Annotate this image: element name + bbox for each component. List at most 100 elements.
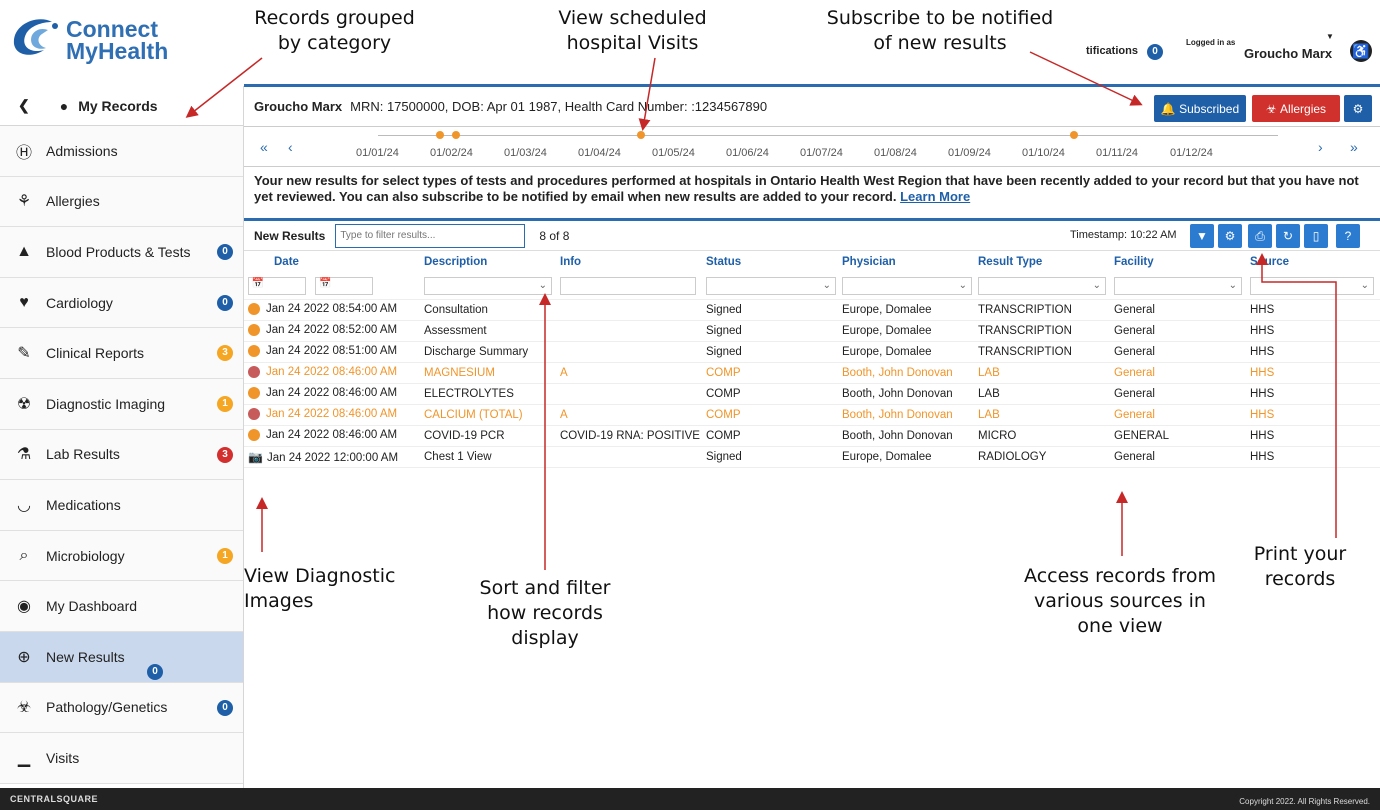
subscribed-button[interactable]: 🔔 Subscribed — [1154, 95, 1246, 122]
user-icon: ● — [59, 97, 69, 114]
timeline-visit-marker[interactable] — [1070, 131, 1078, 139]
refresh-button[interactable]: ↻ — [1276, 224, 1300, 248]
table-row[interactable]: Jan 24 2022 08:54:00 AM Consultation Signe… — [244, 299, 1380, 321]
column-header-info[interactable]: Info — [556, 251, 702, 273]
timeline-date[interactable]: 01/06/24 — [726, 147, 769, 159]
timeline-last-icon[interactable]: » — [1350, 139, 1358, 155]
sidebar-item-cardiology[interactable]: ♥ Cardiology 0 — [0, 277, 243, 329]
table-row[interactable]: Jan 24 2022 08:46:00 AM MAGNESIUM A COMP Boo… — [244, 362, 1380, 384]
columns-button[interactable]: ▯ — [1304, 224, 1328, 248]
user-menu-caret-icon[interactable]: ▼ — [1326, 32, 1334, 41]
abnormal-flag-icon — [248, 366, 260, 379]
cell-type: MICRO — [974, 425, 1110, 447]
cell-date: Jan 24 2022 08:46:00 AM — [244, 425, 420, 447]
cell-source: HHS — [1246, 299, 1380, 321]
sidebar-item-diagnostic-imaging[interactable]: ☢ Diagnostic Imaging 1 — [0, 378, 243, 430]
column-header-result-type[interactable]: Result Type — [974, 251, 1110, 273]
sidebar-item-my-dashboard[interactable]: ◉ My Dashboard — [0, 581, 243, 632]
sidebar-item-visits[interactable]: ▁ Visits — [0, 733, 243, 784]
column-header-status[interactable]: Status — [702, 251, 838, 273]
timeline-visit-marker[interactable] — [637, 131, 645, 139]
print-button[interactable]: ⎙ — [1248, 224, 1272, 248]
timeline-visit-marker[interactable] — [452, 131, 460, 139]
table-row[interactable]: 📷 Jan 24 2022 12:00:00 AM Chest 1 View Sign… — [244, 446, 1380, 468]
microscope-icon: ⌕ — [19, 546, 29, 564]
sidebar-header[interactable]: ❮ ● My Records — [0, 86, 243, 126]
cell-date: Jan 24 2022 08:46:00 AM — [244, 362, 420, 384]
accessibility-icon[interactable]: ♿ — [1350, 40, 1372, 62]
results-filter-input[interactable] — [335, 223, 526, 248]
timeline-first-icon[interactable]: « — [260, 139, 268, 155]
timeline-date[interactable]: 01/10/24 — [1022, 147, 1065, 159]
column-header-date[interactable]: Date — [244, 251, 420, 273]
timeline-next-icon[interactable]: › — [1318, 139, 1323, 155]
settings-button[interactable]: ⚙ — [1344, 95, 1372, 122]
timeline-visit-marker[interactable] — [436, 131, 444, 139]
date-to-filter[interactable]: 📅 — [315, 276, 374, 295]
status-filter[interactable]: ⌄ — [706, 276, 836, 295]
callout-subscribe: Subscribe to be notified of new results — [826, 7, 1054, 54]
table-row[interactable]: Jan 24 2022 08:51:00 AM Discharge Summary… — [244, 341, 1380, 363]
timeline-date[interactable]: 01/02/24 — [430, 147, 473, 159]
notifications-link[interactable]: tifications 0 — [1086, 44, 1164, 60]
timeline-date[interactable]: 01/07/24 — [800, 147, 843, 159]
learn-more-link[interactable]: Learn More — [900, 189, 970, 204]
footer-brand: CENTRALSQUARE — [10, 794, 99, 804]
timeline-date[interactable]: 01/01/24 — [356, 147, 399, 159]
logged-in-label: Logged in as — [1186, 38, 1236, 47]
cell-desc: Discharge Summary — [420, 341, 556, 363]
sidebar-item-admissions[interactable]: Ⓗ Admissions — [0, 126, 243, 177]
date-from-filter[interactable]: 📅 — [248, 276, 306, 295]
row-date: Jan 24 2022 08:46:00 AM — [266, 408, 398, 421]
column-header-physician[interactable]: Physician — [838, 251, 974, 273]
config-button[interactable]: ⚙ — [1218, 224, 1242, 248]
visits-timeline[interactable]: « ‹ 01/01/24 01/02/24 01/03/24 01/04/24 01/0… — [244, 127, 1380, 167]
allergies-button[interactable]: ☣ Allergies — [1252, 95, 1340, 122]
sidebar-item-blood-products-tests[interactable]: ▲ Blood Products & Tests 0 — [0, 227, 243, 278]
timeline-date[interactable]: 01/03/24 — [504, 147, 547, 159]
filter-button[interactable]: ▼ — [1190, 224, 1214, 248]
cell-source: HHS — [1246, 320, 1380, 342]
view-image-camera-icon[interactable]: 📷 — [248, 450, 263, 464]
column-header-source[interactable]: Source — [1246, 251, 1380, 273]
timeline-date[interactable]: 01/09/24 — [948, 147, 991, 159]
table-row[interactable]: Jan 24 2022 08:46:00 AM CALCIUM (TOTAL) A C… — [244, 404, 1380, 426]
sidebar-item-clinical-reports[interactable]: ✎ Clinical Reports 3 — [0, 328, 243, 379]
timeline-date[interactable]: 01/08/24 — [874, 147, 917, 159]
sidebar-item-lab-results[interactable]: ⚗ Lab Results 3 — [0, 429, 243, 481]
column-header-description[interactable]: Description — [420, 251, 556, 273]
table-row[interactable]: Jan 24 2022 08:46:00 AM COVID-19 PCR COVID… — [244, 425, 1380, 447]
cell-desc: MAGNESIUM — [420, 362, 556, 384]
sidebar-item-pathology-genetics[interactable]: ☣ Pathology/Genetics 0 — [0, 682, 243, 734]
timeline-prev-icon[interactable]: ‹ — [288, 139, 293, 155]
table-row[interactable]: Jan 24 2022 08:46:00 AM ELECTROLYTES COMP B… — [244, 383, 1380, 405]
cell-facility: General — [1110, 341, 1246, 363]
description-filter[interactable]: ⌄ — [424, 276, 552, 295]
help-button[interactable]: ? — [1336, 224, 1360, 248]
main-panel: Groucho Marx MRN: 17500000, DOB: Apr 01 … — [244, 84, 1380, 788]
timeline-date[interactable]: 01/12/24 — [1170, 147, 1213, 159]
back-chevron-icon[interactable]: ❮ — [18, 97, 30, 114]
column-header-facility[interactable]: Facility — [1110, 251, 1246, 273]
timeline-date[interactable]: 01/05/24 — [652, 147, 695, 159]
timeline-date[interactable]: 01/04/24 — [578, 147, 621, 159]
facility-filter[interactable]: ⌄ — [1114, 276, 1242, 295]
sidebar-item-microbiology[interactable]: ⌕ Microbiology 1 — [0, 530, 243, 582]
row-date: Jan 24 2022 08:46:00 AM — [266, 387, 398, 400]
source-filter[interactable]: ⌄ — [1250, 276, 1374, 295]
sidebar-item-new-results[interactable]: ⊕ New Results 0 — [0, 631, 243, 683]
physician-filter[interactable]: ⌄ — [842, 276, 972, 295]
table-row[interactable]: Jan 24 2022 08:52:00 AM Assessment Signed E… — [244, 320, 1380, 342]
patient-details: MRN: 17500000, DOB: Apr 01 1987, Health … — [350, 99, 768, 114]
sidebar-item-allergies[interactable]: ⚘ Allergies — [0, 176, 243, 228]
sidebar-item-medications[interactable]: ◡ Medications — [0, 480, 243, 531]
sidebar-item-label: Allergies — [46, 193, 100, 210]
cell-info: A — [556, 362, 702, 384]
info-filter[interactable] — [560, 276, 696, 295]
result-type-filter[interactable]: ⌄ — [978, 276, 1106, 295]
user-menu[interactable]: Groucho Marx — [1244, 46, 1332, 61]
cell-desc: Chest 1 View — [420, 446, 556, 468]
cell-status: COMP — [702, 425, 838, 447]
timeline-date[interactable]: 01/11/24 — [1096, 147, 1138, 159]
connect-myhealth-logo: Connect MyHealth — [8, 8, 233, 88]
